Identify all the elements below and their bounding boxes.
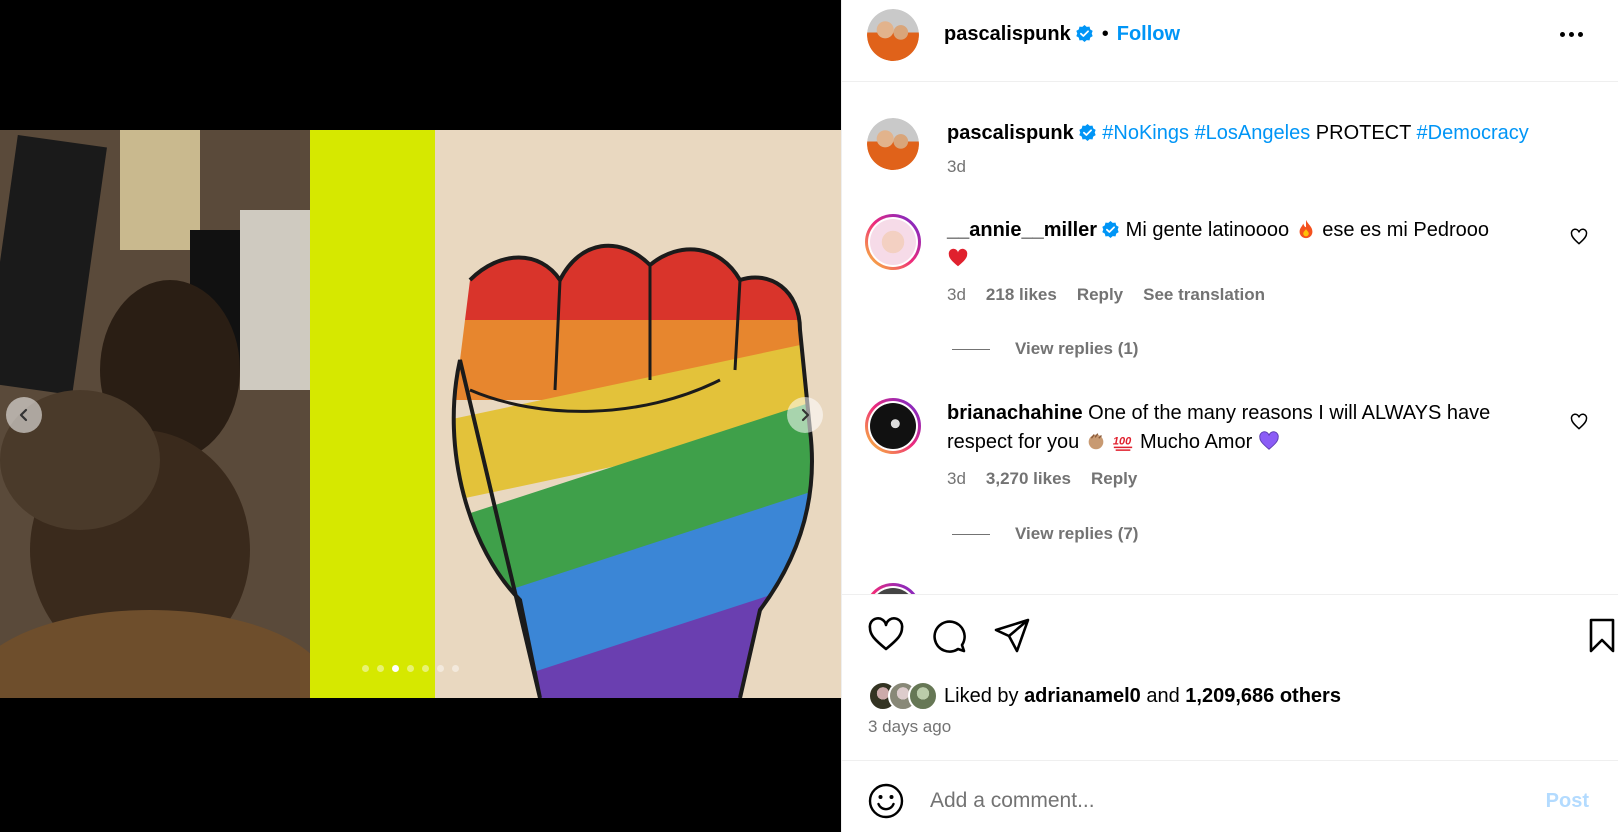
more-icon xyxy=(1559,31,1565,37)
caption-time: 3d xyxy=(947,157,966,176)
purple-heart-emoji-icon xyxy=(1259,431,1279,450)
verified-icon xyxy=(1102,220,1119,239)
chevron-right-icon xyxy=(801,408,810,422)
liked-by-others[interactable]: 1,209,686 others xyxy=(1185,685,1341,708)
comment-time: 3d xyxy=(947,285,966,304)
liked-by-and: and xyxy=(1146,684,1180,707)
author-username[interactable]: pascalispunk xyxy=(944,23,1071,45)
caption-word: PROTECT xyxy=(1315,122,1411,144)
hashtag-democracy[interactable]: #Democracy xyxy=(1417,122,1529,144)
post-header: pascalispunk • Follow xyxy=(842,0,1618,82)
carousel-indicator xyxy=(362,665,459,672)
carousel-dot xyxy=(437,665,444,672)
carousel-dot xyxy=(392,665,399,672)
carousel-dot xyxy=(452,665,459,672)
view-replies-button[interactable]: View replies (1) xyxy=(952,339,1138,359)
carousel-dot xyxy=(362,665,369,672)
post-date[interactable]: 3 days ago xyxy=(868,717,951,737)
author-line: pascalispunk • Follow xyxy=(944,20,1180,48)
emoji-icon[interactable] xyxy=(868,783,904,819)
post-modal: pascalispunk • Follow pascalispunk #NoKing… xyxy=(0,0,1618,832)
comment-body: Mi gente latinoooo xyxy=(1125,219,1290,241)
comment-body-end: ese es mi Pedrooo xyxy=(1322,219,1489,241)
reply-button[interactable]: Reply xyxy=(1091,469,1137,488)
comment-likes[interactable]: 218 likes xyxy=(986,285,1057,304)
liked-by: Liked by adrianamel0 and 1,209,686 other… xyxy=(868,681,1341,711)
post-actions: Liked by adrianamel0 and 1,209,686 other… xyxy=(842,594,1618,760)
reply-button[interactable]: Reply xyxy=(1077,285,1123,304)
post-media xyxy=(0,0,841,832)
liked-by-user[interactable]: adrianamel0 xyxy=(1024,685,1141,708)
heart-icon[interactable] xyxy=(866,615,906,655)
caption-text: pascalispunk #NoKings #LosAngeles PROTEC… xyxy=(947,119,1547,148)
comments-list[interactable]: pascalispunk #NoKings #LosAngeles PROTEC… xyxy=(842,83,1618,594)
follow-button[interactable]: Follow xyxy=(1117,23,1180,45)
share-icon[interactable] xyxy=(992,615,1032,655)
carousel-dot xyxy=(377,665,384,672)
caption-avatar[interactable] xyxy=(867,118,919,170)
carousel-prev-button[interactable] xyxy=(6,397,42,433)
comment-username[interactable]: brianachahine xyxy=(947,402,1083,424)
commenter-avatar[interactable] xyxy=(865,583,921,594)
avatar[interactable] xyxy=(908,681,938,711)
comment-icon[interactable] xyxy=(929,615,969,655)
replies-divider xyxy=(952,533,990,535)
add-comment-bar: Post xyxy=(842,760,1618,832)
comment-text: __annie__miller Mi gente latinoooo ese e… xyxy=(947,216,1547,274)
view-replies-label: View replies (7) xyxy=(1015,524,1139,543)
clapping-hands-emoji-icon xyxy=(1088,433,1104,450)
post-panel: pascalispunk • Follow pascalispunk #NoKing… xyxy=(841,0,1618,832)
comment-like-icon[interactable] xyxy=(1569,412,1589,432)
verified-icon xyxy=(1079,123,1096,142)
carousel-dot xyxy=(422,665,429,672)
caption-username[interactable]: pascalispunk xyxy=(947,122,1074,144)
comment-body-end: Mucho Amor xyxy=(1139,431,1253,453)
comment-time: 3d xyxy=(947,469,966,488)
red-heart-emoji-icon xyxy=(948,248,968,267)
hashtag-losangeles[interactable]: #LosAngeles xyxy=(1195,122,1311,144)
comment-text: brianachahine One of the many reasons I … xyxy=(947,399,1547,457)
add-comment-input[interactable] xyxy=(928,781,1488,821)
commenter-avatar[interactable] xyxy=(865,398,921,454)
view-replies-label: View replies (1) xyxy=(1015,339,1139,358)
comment-username[interactable]: __annie__miller xyxy=(947,219,1097,241)
commenter-avatar[interactable] xyxy=(865,214,921,270)
more-options-button[interactable] xyxy=(1553,22,1589,46)
hundred-points-emoji-icon: 100 xyxy=(1113,436,1133,451)
author-avatar[interactable] xyxy=(867,9,919,61)
post-photo xyxy=(0,130,841,698)
comment-meta: 3d 218 likes Reply See translation xyxy=(947,285,1285,305)
see-translation-button[interactable]: See translation xyxy=(1143,285,1265,304)
header-separator: • xyxy=(1101,23,1109,45)
svg-text:100: 100 xyxy=(1113,436,1132,448)
verified-icon xyxy=(1076,24,1093,43)
post-comment-button[interactable]: Post xyxy=(1546,790,1589,813)
replies-divider xyxy=(952,348,990,350)
caption-meta: 3d xyxy=(947,157,966,177)
hashtag-nokings[interactable]: #NoKings xyxy=(1102,122,1189,144)
liked-by-avatars xyxy=(868,681,938,711)
comment-likes[interactable]: 3,270 likes xyxy=(986,469,1071,488)
chevron-left-icon xyxy=(19,408,28,422)
view-replies-button[interactable]: View replies (7) xyxy=(952,524,1138,544)
liked-by-prefix: Liked by xyxy=(944,684,1019,707)
comment-like-icon[interactable] xyxy=(1569,227,1589,247)
bookmark-icon[interactable] xyxy=(1582,615,1618,655)
carousel-next-button[interactable] xyxy=(787,397,823,433)
fire-emoji-icon xyxy=(1299,219,1313,239)
comment-meta: 3d 3,270 likes Reply xyxy=(947,469,1157,489)
carousel-dot xyxy=(407,665,414,672)
